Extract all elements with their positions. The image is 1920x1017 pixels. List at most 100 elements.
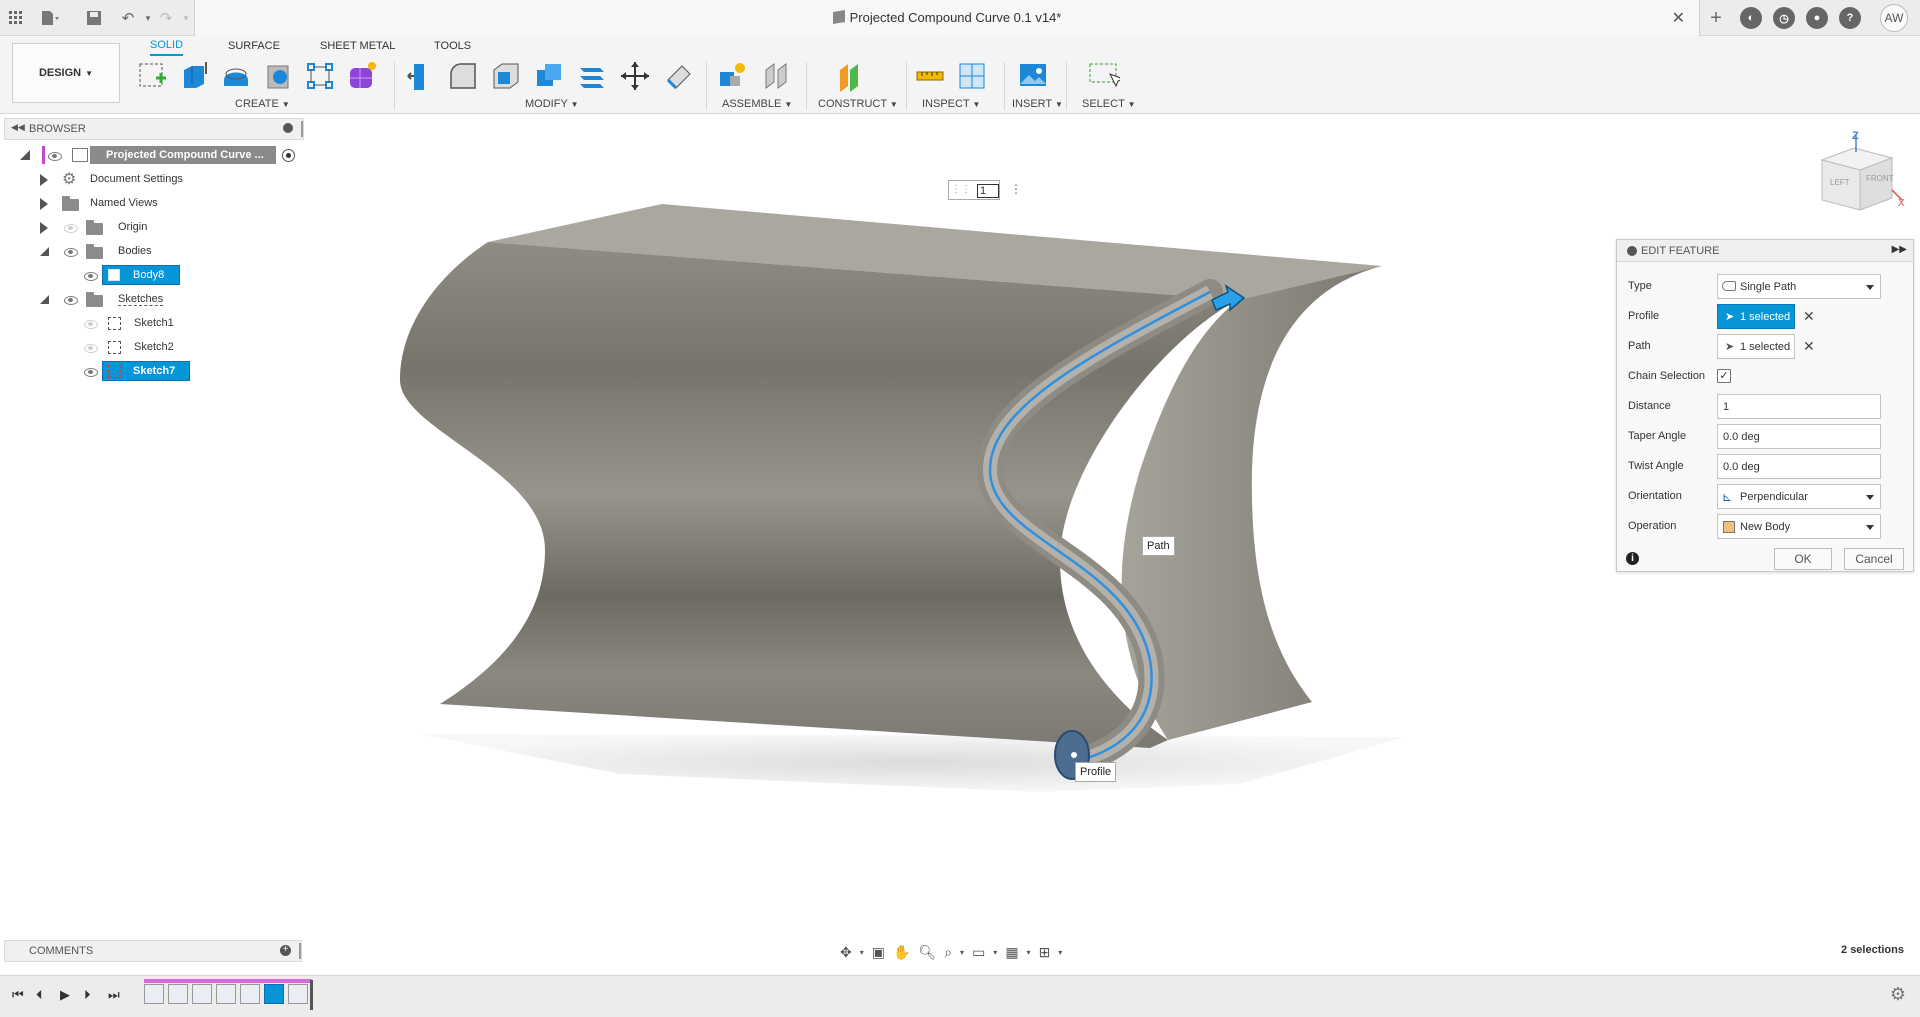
go-to-start-icon[interactable]: ⏮ <box>12 987 24 1003</box>
document-tab[interactable]: Projected Compound Curve 0.1 v14* ✕ <box>194 0 1700 36</box>
grid-settings-icon[interactable]: ▦ <box>1005 944 1018 961</box>
collapse-panel-icon[interactable]: ◀◀ <box>11 122 25 133</box>
timeline-project-icon[interactable] <box>240 984 260 1004</box>
viewcube-left-face[interactable]: LEFT <box>1830 178 1850 187</box>
tab-tools[interactable]: TOOLS <box>434 36 471 56</box>
step-back-icon[interactable]: ⏴ <box>36 987 43 1003</box>
step-forward-icon[interactable]: ⏵ <box>84 987 91 1003</box>
insert-canvas-icon[interactable] <box>1017 60 1049 92</box>
timeline-surface-icon[interactable] <box>216 984 236 1004</box>
play-icon[interactable]: ▶ <box>60 987 70 1003</box>
chevron-down-icon[interactable]: ▾ <box>1027 948 1031 957</box>
path-select-button[interactable]: ➤ 1 selected <box>1717 334 1795 359</box>
section-analysis-icon[interactable] <box>956 60 988 92</box>
joint-icon[interactable] <box>760 60 792 92</box>
collapsed-triangle-icon[interactable] <box>40 174 48 186</box>
ok-button[interactable]: OK <box>1774 548 1832 570</box>
tree-root[interactable]: Projected Compound Curve ... <box>4 144 304 168</box>
orbit-icon[interactable]: ✥ <box>840 944 852 961</box>
timeline-sketch-icon[interactable] <box>168 984 188 1004</box>
timeline-sketch-icon[interactable] <box>144 984 164 1004</box>
chevron-down-icon[interactable]: ▾ <box>960 948 964 957</box>
info-icon[interactable]: i <box>1626 552 1639 565</box>
go-to-end-icon[interactable]: ⏭ <box>108 987 120 1003</box>
offset-plane-icon[interactable] <box>836 60 868 92</box>
settings-gear-icon[interactable]: ⚙ <box>1890 984 1906 1005</box>
chevron-down-icon[interactable]: ▾ <box>1058 948 1062 957</box>
revolve-icon[interactable] <box>220 60 252 92</box>
visibility-eye-icon[interactable] <box>64 296 78 305</box>
visibility-eye-icon[interactable] <box>84 272 98 281</box>
help-icon[interactable]: ? <box>1839 7 1861 29</box>
measure-icon[interactable] <box>914 60 946 92</box>
visibility-eye-icon[interactable] <box>64 248 78 257</box>
minimize-icon[interactable] <box>283 123 293 133</box>
new-tab-icon[interactable]: + <box>1704 6 1728 30</box>
viewcube[interactable]: Z X LEFT FRONT <box>1812 130 1908 220</box>
visibility-eye-icon[interactable] <box>84 344 98 353</box>
chevron-down-icon[interactable]: ▾ <box>860 948 864 957</box>
file-menu-icon[interactable] <box>38 6 62 30</box>
tree-sketch1[interactable]: Sketch1 <box>4 312 304 336</box>
tree-document-settings[interactable]: ⚙ Document Settings <box>4 168 304 192</box>
apps-grid-icon[interactable] <box>4 6 28 30</box>
expand-dialog-icon[interactable]: ▶▶ <box>1892 244 1907 255</box>
tab-surface[interactable]: SURFACE <box>228 36 280 56</box>
extensions-icon[interactable]: ◐ <box>1740 7 1762 29</box>
visibility-eye-icon[interactable] <box>48 152 62 161</box>
tree-body8[interactable]: Body8 <box>4 264 304 288</box>
visibility-eye-icon[interactable] <box>84 320 98 329</box>
pan-icon[interactable]: ✋ <box>893 944 910 961</box>
zoom-icon[interactable]: 🔍︎ <box>918 944 936 961</box>
distance-input-box[interactable]: ⋮⋮ 1 <box>948 180 1000 200</box>
fit-icon[interactable]: ⌕ <box>944 944 952 961</box>
browser-header[interactable]: ◀◀ BROWSER <box>4 118 304 140</box>
orientation-dropdown[interactable]: ⊾ Perpendicular <box>1717 484 1881 509</box>
taper-angle-input[interactable]: 0.0 deg <box>1717 424 1881 449</box>
expanded-triangle-icon[interactable] <box>40 295 49 304</box>
comments-panel[interactable]: COMMENTS + <box>4 940 302 962</box>
tree-origin[interactable]: Origin <box>4 216 304 240</box>
inspect-group-label[interactable]: INSPECT ▼ <box>922 98 980 110</box>
press-pull-icon[interactable] <box>404 60 436 92</box>
move-icon[interactable] <box>619 60 651 92</box>
sweep-icon[interactable] <box>262 60 294 92</box>
visibility-eye-icon[interactable] <box>84 368 98 377</box>
edit-feature-header[interactable]: EDIT FEATURE ▶▶ <box>1617 240 1913 262</box>
notifications-icon[interactable]: ● <box>1806 7 1828 29</box>
expanded-triangle-icon[interactable] <box>40 247 49 256</box>
save-icon[interactable] <box>82 6 106 30</box>
insert-group-label[interactable]: INSERT ▼ <box>1012 98 1063 110</box>
twist-angle-input[interactable]: 0.0 deg <box>1717 454 1881 479</box>
front-face[interactable] <box>400 242 1238 748</box>
timeline-extrude-icon[interactable] <box>192 984 212 1004</box>
window-select-icon[interactable] <box>1088 60 1125 92</box>
profile-select-button[interactable]: ➤ 1 selected <box>1717 304 1795 329</box>
visibility-eye-icon[interactable] <box>64 224 78 233</box>
create-sketch-icon[interactable] <box>136 60 168 92</box>
operation-dropdown[interactable]: New Body <box>1717 514 1881 539</box>
create-form-icon[interactable] <box>346 60 378 92</box>
clear-path-icon[interactable]: ✕ <box>1803 338 1815 355</box>
extrude-icon[interactable] <box>178 60 210 92</box>
assemble-group-label[interactable]: ASSEMBLE ▼ <box>722 98 792 110</box>
chevron-down-icon[interactable]: ▾ <box>993 948 997 957</box>
tab-solid[interactable]: SOLID <box>150 36 184 56</box>
clear-profile-icon[interactable]: ✕ <box>1803 308 1815 325</box>
offset-face-icon[interactable] <box>576 60 608 92</box>
create-group-label[interactable]: CREATE ▼ <box>235 98 290 110</box>
panel-grip-icon[interactable] <box>299 943 301 959</box>
distance-input[interactable]: 1 <box>1717 394 1881 419</box>
combine-icon[interactable] <box>533 60 565 92</box>
tab-sheet-metal[interactable]: SHEET METAL <box>320 36 395 56</box>
panel-grip-icon[interactable] <box>301 121 303 137</box>
expanded-triangle-icon[interactable] <box>20 150 30 160</box>
chain-selection-checkbox[interactable]: ✓ <box>1717 369 1731 383</box>
user-avatar[interactable]: AW <box>1880 4 1908 32</box>
timeline-sketch-active-icon[interactable] <box>264 984 284 1004</box>
collapsed-triangle-icon[interactable] <box>40 222 48 234</box>
tree-bodies[interactable]: Bodies <box>4 240 304 264</box>
tree-sketches[interactable]: Sketches <box>4 288 304 312</box>
loft-icon[interactable] <box>304 60 336 92</box>
type-dropdown[interactable]: Single Path <box>1717 274 1881 299</box>
